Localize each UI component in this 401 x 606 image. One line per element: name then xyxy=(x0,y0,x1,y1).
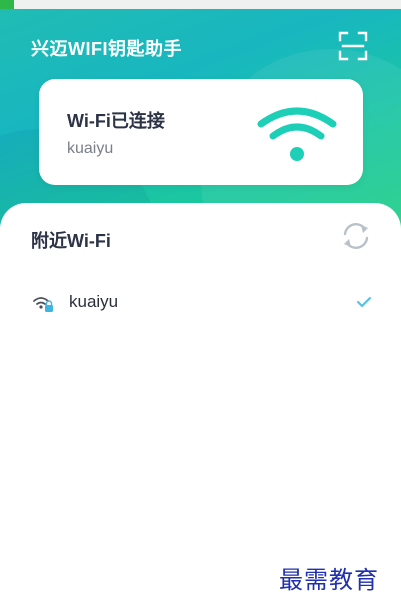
connection-status-card: Wi-Fi已连接 kuaiyu xyxy=(39,79,363,185)
check-icon xyxy=(357,297,371,307)
status-indicator xyxy=(0,0,14,9)
scan-frame-icon xyxy=(338,31,368,61)
app-title: 兴迈WIFI钥匙助手 xyxy=(31,39,182,59)
connection-status-title: Wi-Fi已连接 xyxy=(67,111,165,131)
nearby-wifi-title: 附近Wi-Fi xyxy=(31,231,111,251)
refresh-button[interactable] xyxy=(339,219,373,253)
wifi-list-item[interactable]: kuaiyu xyxy=(0,285,401,321)
header-banner: 兴迈WIFI钥匙助手 Wi-Fi已连接 kuaiyu xyxy=(0,9,401,234)
refresh-icon xyxy=(343,223,369,249)
status-bar xyxy=(0,0,401,9)
connected-ssid: kuaiyu xyxy=(67,140,114,157)
watermark: 最需教育 xyxy=(279,566,379,594)
scan-button[interactable] xyxy=(337,30,369,62)
nearby-wifi-panel: 附近Wi-Fi kuaiyu xyxy=(0,203,401,606)
wifi-signal-icon xyxy=(257,107,337,161)
wifi-ssid: kuaiyu xyxy=(69,292,119,311)
wifi-lock-icon xyxy=(33,297,53,312)
